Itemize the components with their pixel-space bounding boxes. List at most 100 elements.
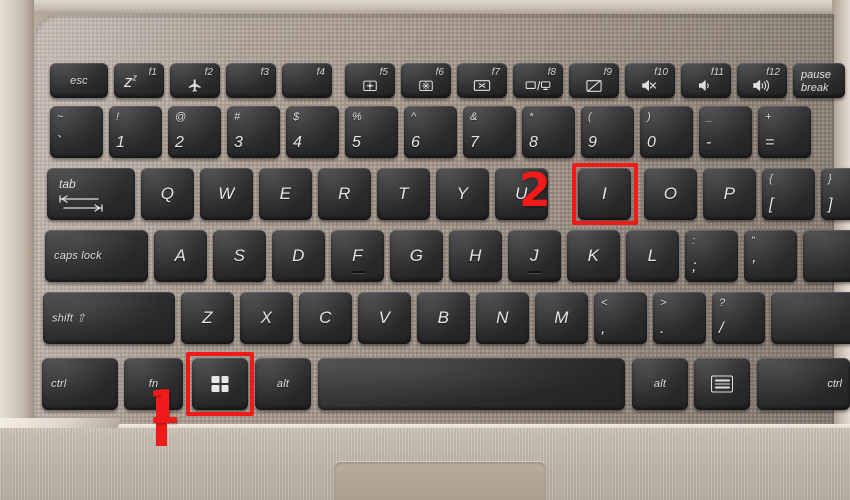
key-shift-right[interactable] xyxy=(771,292,850,344)
key-y[interactable]: Y xyxy=(436,168,489,220)
key-1[interactable]: ! 1 xyxy=(109,106,162,158)
key-f3-fn-label: f3 xyxy=(260,67,269,78)
key-quote[interactable]: ” ’ xyxy=(744,230,797,282)
key-7[interactable]: & 7 xyxy=(463,106,516,158)
display-off-icon xyxy=(473,78,491,93)
key-v[interactable]: V xyxy=(358,292,411,344)
key-2[interactable]: @ 2 xyxy=(168,106,221,158)
key-b[interactable]: B xyxy=(417,292,470,344)
key-period[interactable]: > . xyxy=(653,292,706,344)
home-bump-icon xyxy=(528,271,541,273)
key-equal[interactable]: + = xyxy=(758,106,811,158)
key-f4[interactable]: f4 xyxy=(282,63,332,98)
key-quote-label: ’ xyxy=(751,258,755,275)
key-4[interactable]: $ 4 xyxy=(286,106,339,158)
key-space[interactable] xyxy=(318,358,625,410)
key-6[interactable]: ^ 6 xyxy=(404,106,457,158)
key-f11[interactable]: f11 xyxy=(681,63,731,98)
key-h-label: H xyxy=(469,246,482,265)
key-t[interactable]: T xyxy=(377,168,430,220)
key-r[interactable]: R xyxy=(318,168,371,220)
key-f12-fn-label: f12 xyxy=(766,67,780,78)
key-caps-lock[interactable]: caps lock xyxy=(45,230,148,282)
key-a[interactable]: A xyxy=(154,230,207,282)
key-f4-fn-label: f4 xyxy=(316,67,325,78)
key-w[interactable]: W xyxy=(200,168,253,220)
key-bracket-left[interactable]: { [ xyxy=(762,168,815,220)
key-n[interactable]: N xyxy=(476,292,529,344)
key-ctrl-left[interactable]: ctrl xyxy=(42,358,118,410)
key-l[interactable]: L xyxy=(626,230,679,282)
key-f10[interactable]: f10 xyxy=(625,63,675,98)
key-i[interactable]: I xyxy=(578,168,631,220)
key-s-label: S xyxy=(233,246,246,265)
key-z[interactable]: Z xyxy=(181,292,234,344)
key-slash[interactable]: ? / xyxy=(712,292,765,344)
key-shift-left[interactable]: shift ⇧ xyxy=(43,292,175,344)
key-fn[interactable]: fn xyxy=(124,358,183,410)
key-m[interactable]: M xyxy=(535,292,588,344)
key-9[interactable]: ( 9 xyxy=(581,106,634,158)
key-5[interactable]: % 5 xyxy=(345,106,398,158)
key-o[interactable]: O xyxy=(644,168,697,220)
key-f7[interactable]: f7 xyxy=(457,63,507,98)
key-j[interactable]: J xyxy=(508,230,561,282)
key-alt-left[interactable]: alt xyxy=(255,358,311,410)
trackpad[interactable] xyxy=(334,462,546,500)
key-x[interactable]: X xyxy=(240,292,293,344)
home-bump-icon xyxy=(351,271,364,273)
key-p[interactable]: P xyxy=(703,168,756,220)
key-bracket-left-shift-label: { xyxy=(769,173,773,185)
key-menu[interactable] xyxy=(694,358,750,410)
key-9-shift-label: ( xyxy=(588,111,592,123)
key-pause-label: pause xyxy=(801,69,831,81)
key-f9[interactable]: f9 xyxy=(569,63,619,98)
key-f5[interactable]: f5 xyxy=(345,63,395,98)
key-comma[interactable]: < , xyxy=(594,292,647,344)
key-k[interactable]: K xyxy=(567,230,620,282)
key-f8[interactable]: f8 xyxy=(513,63,563,98)
key-b-label: B xyxy=(437,308,450,327)
key-f3[interactable]: f3 xyxy=(226,63,276,98)
key-pause-break[interactable]: pause break xyxy=(793,63,845,98)
key-caps-lock-label: caps lock xyxy=(54,250,102,262)
key-7-label: 7 xyxy=(470,134,479,151)
key-esc[interactable]: esc xyxy=(50,63,108,98)
key-period-label: . xyxy=(660,320,665,337)
key-semicolon-shift-label: : xyxy=(692,235,696,247)
switch-display-icon xyxy=(525,79,551,93)
key-minus[interactable]: _ - xyxy=(699,106,752,158)
key-bracket-right[interactable]: } ] xyxy=(821,168,850,220)
key-3[interactable]: # 3 xyxy=(227,106,280,158)
key-g[interactable]: G xyxy=(390,230,443,282)
key-semicolon[interactable]: : ; xyxy=(685,230,738,282)
key-e[interactable]: E xyxy=(259,168,312,220)
key-equal-shift-label: + xyxy=(765,111,772,123)
key-s[interactable]: S xyxy=(213,230,266,282)
key-3-label: 3 xyxy=(234,134,243,151)
key-f12[interactable]: f12 xyxy=(737,63,787,98)
key-8[interactable]: * 8 xyxy=(522,106,575,158)
key-0[interactable]: ) 0 xyxy=(640,106,693,158)
key-alt-right[interactable]: alt xyxy=(632,358,688,410)
key-2-label: 2 xyxy=(175,134,184,151)
key-4-shift-label: $ xyxy=(293,111,300,123)
key-grave[interactable]: ~ ` xyxy=(50,106,103,158)
key-f[interactable]: F xyxy=(331,230,384,282)
key-ctrl-right[interactable]: ctrl xyxy=(757,358,850,410)
key-d[interactable]: D xyxy=(272,230,325,282)
key-minus-label: - xyxy=(706,134,712,151)
key-3-shift-label: # xyxy=(234,111,241,123)
key-q[interactable]: Q xyxy=(141,168,194,220)
key-f1[interactable]: f1 zz xyxy=(114,63,164,98)
key-c[interactable]: C xyxy=(299,292,352,344)
tab-arrows-icon xyxy=(58,195,104,217)
brightness-down-icon xyxy=(362,78,379,93)
key-f6[interactable]: f6 xyxy=(401,63,451,98)
key-tab[interactable]: tab xyxy=(47,168,135,220)
key-windows[interactable] xyxy=(192,358,248,410)
key-enter[interactable] xyxy=(803,230,850,282)
key-h[interactable]: H xyxy=(449,230,502,282)
key-u[interactable]: U xyxy=(495,168,548,220)
key-f2[interactable]: f2 xyxy=(170,63,220,98)
